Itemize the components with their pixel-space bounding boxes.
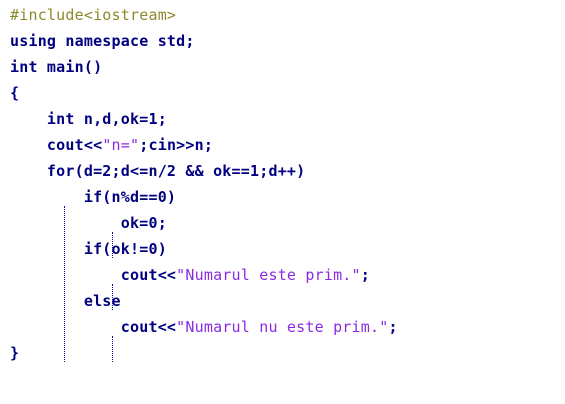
indent-guide-if2-body: [112, 284, 113, 310]
code-token: cout<<: [10, 266, 177, 284]
code-token: cout<<: [10, 136, 103, 154]
code-line: ok=0;: [10, 210, 167, 236]
code-line: int main(): [10, 54, 102, 80]
code-token: ok=0;: [10, 214, 167, 232]
code-token: else: [10, 292, 121, 310]
code-token: #include<iostream>: [10, 6, 177, 24]
code-line: #include<iostream>: [10, 2, 176, 28]
code-line: cout<<"n=";cin>>n;: [10, 132, 213, 158]
code-token: if(n%d==0): [10, 188, 177, 206]
code-editor[interactable]: #include<iostream> using namespace std; in…: [0, 0, 565, 404]
code-token: {: [10, 84, 20, 102]
code-token: ;: [388, 318, 398, 336]
code-token: cout<<: [10, 318, 177, 336]
code-line: if(ok!=0): [10, 236, 167, 262]
code-token: for(d=2;d<=n/2 && ok==1;d++): [10, 162, 306, 180]
code-line: using namespace std;: [10, 28, 195, 54]
code-line: int n,d,ok=1;: [10, 106, 167, 132]
indent-guide-if-body: [112, 232, 113, 258]
code-token: ;cin>>n;: [139, 136, 214, 154]
code-token: "n=": [102, 136, 140, 154]
indent-guide-for-body: [64, 206, 65, 362]
code-token: using namespace std;: [10, 32, 195, 50]
code-token: if(ok!=0): [10, 240, 167, 258]
code-token: "Numarul este prim.": [176, 266, 361, 284]
code-line: {: [10, 80, 19, 106]
indent-guide-else-body: [112, 336, 113, 362]
code-line: }: [10, 340, 19, 366]
code-line: if(n%d==0): [10, 184, 176, 210]
code-token: int main(): [10, 58, 103, 76]
code-token: int n,d,ok=1;: [10, 110, 167, 128]
code-token: ;: [360, 266, 371, 284]
code-line: else: [10, 288, 121, 314]
code-line: for(d=2;d<=n/2 && ok==1;d++): [10, 158, 305, 184]
code-line: cout<<"Numarul nu este prim.";: [10, 314, 398, 340]
code-token: "Numarul nu este prim.": [176, 318, 389, 336]
code-token: }: [10, 344, 20, 362]
